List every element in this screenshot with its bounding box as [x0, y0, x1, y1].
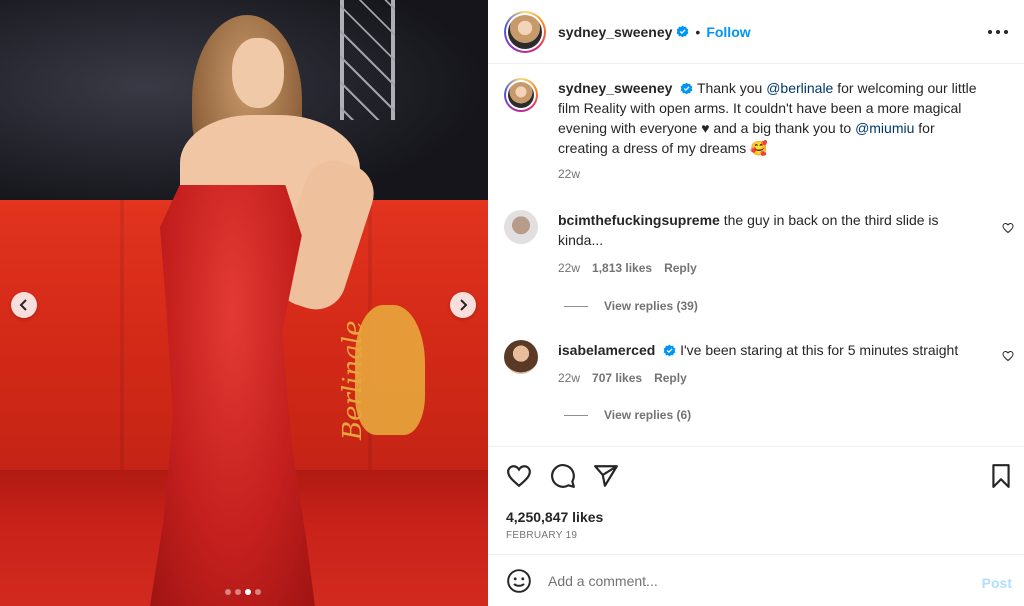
- verified-icon: [677, 25, 689, 38]
- mention-miumiu[interactable]: @miumiu: [855, 120, 914, 136]
- emoji-icon[interactable]: [506, 568, 532, 594]
- post-photo[interactable]: Berlinale: [0, 0, 488, 606]
- more-options-button[interactable]: [988, 24, 1008, 40]
- commenter-username[interactable]: bcimthefuckingsupreme: [558, 212, 720, 228]
- author-avatar[interactable]: [504, 10, 546, 53]
- author-username[interactable]: sydney_sweeney: [558, 24, 672, 40]
- view-replies-line: [564, 305, 588, 307]
- mention-berlinale[interactable]: @berlinale: [766, 80, 833, 96]
- post-details-panel: sydney_sweeney • Follow sydney_sweeney T…: [488, 0, 1024, 606]
- carousel-dot: [235, 589, 241, 595]
- chevron-right-icon: [460, 299, 468, 311]
- berlinale-watermark: Berlinale: [338, 320, 368, 440]
- commenter-username[interactable]: isabelamerced: [558, 342, 655, 358]
- view-replies-line: [564, 414, 588, 416]
- share-icon[interactable]: [593, 463, 619, 489]
- caption-text-start: Thank you: [696, 80, 767, 96]
- photo-person-face: [232, 38, 284, 108]
- comment-timestamp[interactable]: 22w: [558, 258, 580, 278]
- verified-icon: [680, 82, 693, 95]
- comment-like-heart-icon[interactable]: [1002, 350, 1014, 362]
- post-header: sydney_sweeney • Follow: [488, 0, 1024, 64]
- caption-avatar[interactable]: [504, 78, 538, 112]
- commenter-avatar[interactable]: [504, 210, 538, 244]
- add-comment-bar: Post: [488, 554, 1024, 606]
- reply-button[interactable]: Reply: [664, 258, 697, 278]
- view-replies-label: View replies (6): [604, 408, 692, 422]
- comment-like-heart-icon[interactable]: [1002, 222, 1014, 234]
- post-caption: sydney_sweeney Thank you @berlinale for …: [504, 78, 1008, 184]
- comment-timestamp[interactable]: 22w: [558, 368, 580, 388]
- post-date[interactable]: FEBRUARY 19: [506, 530, 577, 541]
- post-actions: 4,250,847 likes FEBRUARY 19: [488, 446, 1024, 554]
- carousel-dot: [255, 589, 261, 595]
- carousel-indicator: [225, 589, 261, 595]
- carousel-dot: [225, 589, 231, 595]
- photo-truss: [340, 0, 395, 120]
- comment-input[interactable]: [548, 572, 948, 589]
- header-separator: •: [695, 23, 701, 40]
- comment-icon[interactable]: [550, 463, 576, 489]
- comment-text: I've been staring at this for 5 minutes …: [680, 342, 959, 358]
- view-replies-label: View replies (39): [604, 299, 698, 313]
- view-replies-button[interactable]: View replies (6): [564, 408, 691, 422]
- comment-likes[interactable]: 707 likes: [592, 368, 642, 388]
- chevron-left-icon: [19, 299, 27, 311]
- verified-icon: [663, 344, 676, 357]
- more-icon-dot: [1004, 30, 1008, 34]
- heart-icon[interactable]: [506, 463, 532, 489]
- comment-likes[interactable]: 1,813 likes: [592, 258, 652, 278]
- more-icon-dot: [996, 30, 1000, 34]
- caption-username[interactable]: sydney_sweeney: [558, 80, 672, 96]
- comment-item: isabelamerced I've been staring at this …: [504, 340, 1008, 388]
- comment-item: bcimthefuckingsupreme the guy in back on…: [504, 210, 1008, 278]
- caption-timestamp[interactable]: 22w: [558, 164, 580, 184]
- more-icon: [988, 30, 992, 34]
- post-comment-button[interactable]: Post: [982, 575, 1012, 591]
- post-likes-count[interactable]: 4,250,847 likes: [506, 509, 603, 525]
- next-slide-button[interactable]: [450, 292, 476, 318]
- previous-slide-button[interactable]: [11, 292, 37, 318]
- reply-button[interactable]: Reply: [654, 368, 687, 388]
- comments-list[interactable]: sydney_sweeney Thank you @berlinale for …: [488, 64, 1024, 446]
- bookmark-icon[interactable]: [988, 463, 1014, 489]
- view-replies-button[interactable]: View replies (39): [564, 299, 698, 313]
- carousel-dot: [245, 589, 251, 595]
- commenter-avatar[interactable]: [504, 340, 538, 374]
- follow-button[interactable]: Follow: [706, 24, 750, 40]
